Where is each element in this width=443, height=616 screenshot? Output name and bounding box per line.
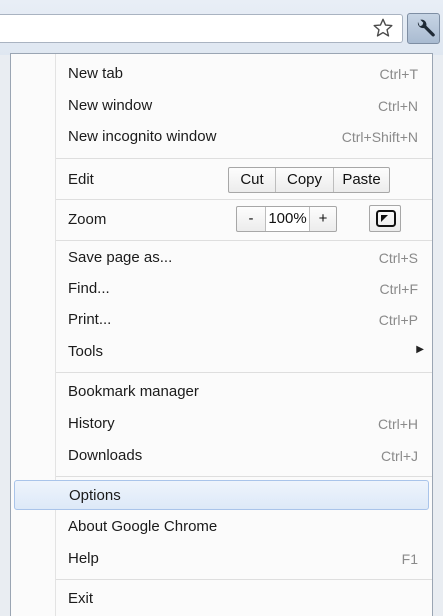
fullscreen-icon	[376, 210, 396, 227]
zoom-in-button[interactable]: +	[310, 207, 336, 231]
menu-separator	[56, 476, 432, 477]
shortcut-text: Ctrl+H	[377, 416, 418, 432]
menu-item-label: Downloads	[68, 447, 143, 464]
menu-item-bookmark-manager[interactable]: Bookmark manager	[11, 377, 432, 407]
address-bar[interactable]	[0, 14, 403, 43]
shortcut-text: Ctrl+T	[379, 66, 419, 82]
zoom-button-group: - 100% +	[236, 206, 337, 232]
menu-item-label: Save page as...	[68, 249, 173, 266]
shortcut-text: F1	[401, 551, 418, 567]
paste-button[interactable]: Paste	[334, 168, 389, 192]
menu-item-new-incognito-window[interactable]: New incognito window Ctrl+Shift+N	[11, 122, 432, 152]
menu-separator	[56, 372, 432, 373]
menu-item-downloads[interactable]: Downloads Ctrl+J	[11, 441, 432, 471]
menu-item-label: Options	[69, 487, 121, 504]
submenu-arrow-icon: ▶	[416, 344, 424, 355]
shortcut-text: Ctrl+F	[379, 281, 419, 297]
menu-item-label: Zoom	[68, 211, 107, 228]
menu-item-save-page-as[interactable]: Save page as... Ctrl+S	[11, 243, 432, 273]
menu-separator	[56, 158, 432, 159]
menu-item-zoom: Zoom - 100% +	[11, 202, 432, 236]
shortcut-text: Ctrl+P	[378, 312, 418, 328]
shortcut-text: Ctrl+J	[381, 448, 418, 464]
menu-separator	[56, 199, 432, 200]
star-outline-icon[interactable]	[372, 17, 394, 39]
fullscreen-button[interactable]	[369, 205, 401, 232]
menu-item-find[interactable]: Find... Ctrl+F	[11, 274, 432, 304]
chrome-main-menu: New tab Ctrl+T New window Ctrl+N New inc…	[10, 53, 433, 616]
menu-separator	[56, 240, 432, 241]
menu-item-label: About Google Chrome	[68, 518, 218, 535]
menu-item-label: Bookmark manager	[68, 383, 199, 400]
menu-item-tools[interactable]: Tools ▶	[11, 337, 432, 367]
edit-button-group: Cut Copy Paste	[228, 167, 390, 193]
menu-item-label: Find...	[68, 280, 110, 297]
menu-item-options[interactable]: Options	[14, 480, 429, 510]
menu-item-history[interactable]: History Ctrl+H	[11, 409, 432, 439]
menu-item-help[interactable]: Help F1	[11, 544, 432, 574]
wrench-icon	[417, 19, 435, 37]
wrench-menu-button[interactable]	[407, 13, 440, 44]
cut-button[interactable]: Cut	[229, 168, 276, 192]
menu-item-about-google-chrome[interactable]: About Google Chrome	[11, 512, 432, 542]
menu-item-label: History	[68, 415, 115, 432]
menu-item-label: New incognito window	[68, 128, 217, 145]
menu-item-label: New window	[68, 97, 153, 114]
shortcut-text: Ctrl+N	[377, 98, 418, 114]
menu-item-label: Tools	[68, 343, 104, 360]
menu-item-label: Print...	[68, 311, 112, 328]
copy-button[interactable]: Copy	[276, 168, 334, 192]
shortcut-text: Ctrl+S	[378, 250, 418, 266]
menu-item-new-window[interactable]: New window Ctrl+N	[11, 91, 432, 121]
menu-item-label: Edit	[68, 171, 94, 188]
menu-item-label: New tab	[68, 65, 124, 82]
browser-toolbar	[0, 0, 443, 55]
menu-item-new-tab[interactable]: New tab Ctrl+T	[11, 59, 432, 89]
menu-item-exit[interactable]: Exit	[11, 584, 432, 614]
shortcut-text: Ctrl+Shift+N	[341, 129, 418, 145]
menu-separator	[56, 579, 432, 580]
menu-item-print[interactable]: Print... Ctrl+P	[11, 305, 432, 335]
zoom-out-button[interactable]: -	[237, 207, 266, 231]
menu-item-edit: Edit Cut Copy Paste	[11, 163, 432, 197]
menu-item-label: Help	[68, 550, 99, 567]
zoom-level: 100%	[266, 207, 310, 231]
menu-item-label: Exit	[68, 590, 94, 607]
